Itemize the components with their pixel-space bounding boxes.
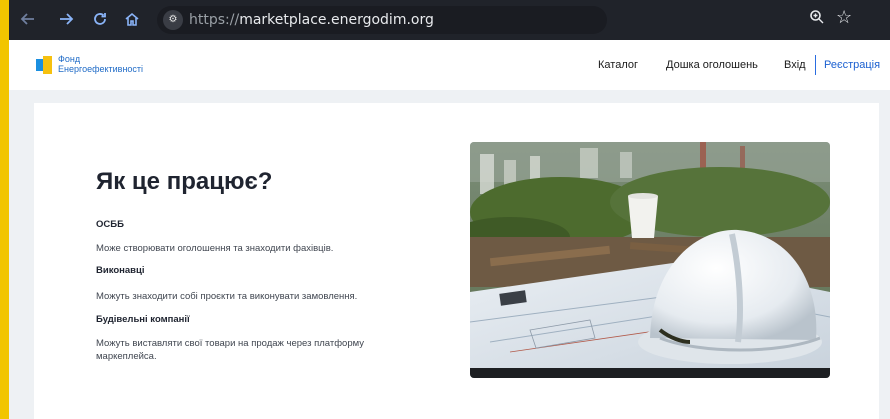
forward-icon[interactable] (55, 8, 77, 30)
nav-board-link[interactable]: Дошка оголошень (666, 59, 758, 71)
section-text-contractors: Можуть знаходити собі проєкти та виконув… (96, 291, 358, 302)
nav-login-link[interactable]: Вхід (784, 59, 806, 71)
reload-icon[interactable] (89, 8, 111, 30)
section-heading-contractors: Виконавці (96, 265, 145, 276)
site-settings-icon[interactable]: ⚙ (163, 10, 183, 30)
logo-text[interactable]: Фонд Енергоефективності (58, 54, 143, 74)
logo-line-2: Енергоефективності (58, 64, 144, 74)
url-scheme: https:// (189, 12, 240, 28)
section-text-construction: Можуть виставляти свої товари на продаж … (96, 338, 364, 362)
how-it-works-card: Як це працює? ОСББ Може створювати оголо… (34, 103, 879, 419)
nav-register-link[interactable]: Реєстрація (824, 59, 880, 71)
logo-line-1: Фонд (58, 54, 81, 64)
hard-hat-photo (470, 142, 830, 378)
page-title: Як це працює? (96, 168, 273, 195)
address-bar[interactable]: ⚙ https://marketplace.energodim.org (157, 6, 607, 34)
left-yellow-bar (0, 0, 9, 419)
section-text-osbb: Може створювати оголошення та знаходити … (96, 243, 334, 254)
zoom-icon[interactable] (809, 9, 825, 30)
section-heading-osbb: ОСББ (96, 219, 124, 230)
browser-toolbar: ⚙ https://marketplace.energodim.org ☆ (9, 0, 890, 40)
nav-catalog-link[interactable]: Каталог (598, 59, 638, 71)
section-heading-construction: Будівельні компанії (96, 314, 190, 325)
bookmark-star-icon[interactable]: ☆ (836, 7, 852, 28)
url-text[interactable]: https://marketplace.energodim.org (189, 12, 434, 28)
url-host: marketplace.energodim.org (239, 12, 434, 28)
back-icon[interactable] (17, 8, 39, 30)
content-background: Як це працює? ОСББ Може створювати оголо… (9, 90, 890, 419)
home-icon[interactable] (121, 8, 143, 30)
nav-divider (815, 55, 816, 75)
site-header: Фонд Енергоефективності Каталог Дошка ог… (9, 40, 890, 90)
logo-icon[interactable] (36, 56, 54, 74)
